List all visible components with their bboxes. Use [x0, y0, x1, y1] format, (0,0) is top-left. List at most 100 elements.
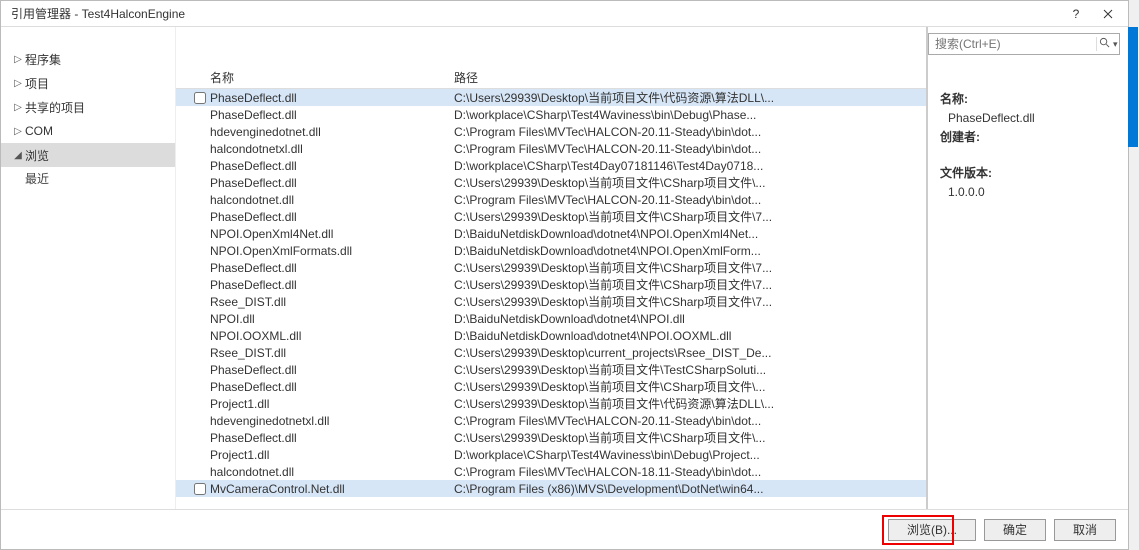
main: 名称 路径 PhaseDeflect.dllC:\Users\29939\Des…	[176, 27, 1128, 509]
table-row[interactable]: NPOI.dllD:\BaiduNetdiskDownload\dotnet4\…	[176, 310, 926, 327]
row-path: D:\workplace\CSharp\Test4Day07181146\Tes…	[454, 159, 926, 173]
table-row[interactable]: Project1.dllD:\workplace\CSharp\Test4Wav…	[176, 446, 926, 463]
row-path: C:\Users\29939\Desktop\当前项目文件\CSharp项目文件…	[454, 174, 926, 191]
row-path: C:\Program Files\MVTec\HALCON-18.11-Stea…	[454, 465, 926, 479]
reference-manager-window: 引用管理器 - Test4HalconEngine ? ▾ ▷程序集▷项目▷共享…	[0, 0, 1129, 550]
row-path: C:\Users\29939\Desktop\当前项目文件\CSharp项目文件…	[454, 276, 926, 293]
table-row[interactable]: NPOI.OpenXmlFormats.dllD:\BaiduNetdiskDo…	[176, 242, 926, 259]
row-checkbox-wrap	[190, 92, 210, 104]
table-row[interactable]: hdevenginedotnetxl.dllC:\Program Files\M…	[176, 412, 926, 429]
row-name: MvCameraControl.Net.dll	[210, 482, 454, 496]
row-name: halcondotnet.dll	[210, 465, 454, 479]
outer-scrollbar[interactable]	[1128, 27, 1138, 147]
row-name: NPOI.OpenXml4Net.dll	[210, 227, 454, 241]
details-pane: 名称: PhaseDeflect.dll 创建者: 文件版本: 1.0.0.0	[928, 27, 1128, 509]
browse-button[interactable]: 浏览(B)...	[888, 519, 976, 541]
sidebar-item-3[interactable]: ▷COM	[1, 119, 175, 143]
chevron-right-icon: ▷	[11, 78, 25, 89]
detail-creator-value	[940, 148, 1116, 162]
footer: 浏览(B)... 确定 取消	[1, 509, 1128, 549]
table-row[interactable]: PhaseDeflect.dllC:\Users\29939\Desktop\当…	[176, 89, 926, 106]
row-path: D:\BaiduNetdiskDownload\dotnet4\NPOI.Ope…	[454, 244, 926, 258]
sidebar-item-2[interactable]: ▷共享的项目	[1, 95, 175, 119]
row-path: C:\Program Files\MVTec\HALCON-20.11-Stea…	[454, 414, 926, 428]
table-row[interactable]: halcondotnet.dllC:\Program Files\MVTec\H…	[176, 463, 926, 480]
search-input[interactable]	[929, 37, 1096, 51]
table-row[interactable]: PhaseDeflect.dllC:\Users\29939\Desktop\当…	[176, 378, 926, 395]
table-row[interactable]: Rsee_DIST.dllC:\Users\29939\Desktop\curr…	[176, 344, 926, 361]
row-checkbox[interactable]	[194, 92, 206, 104]
table-row[interactable]: PhaseDeflect.dllC:\Users\29939\Desktop\当…	[176, 174, 926, 191]
sidebar-item-label: 共享的项目	[25, 99, 85, 116]
row-path: D:\BaiduNetdiskDownload\dotnet4\NPOI.OOX…	[454, 329, 926, 343]
row-name: Rsee_DIST.dll	[210, 346, 454, 360]
table-row[interactable]: Project1.dllC:\Users\29939\Desktop\当前项目文…	[176, 395, 926, 412]
row-name: PhaseDeflect.dll	[210, 431, 454, 445]
table-row[interactable]: MvCameraControl.Net.dllC:\Program Files …	[176, 480, 926, 497]
search-wrap: ▾	[928, 33, 1120, 55]
table-row[interactable]: halcondotnetxl.dllC:\Program Files\MVTec…	[176, 140, 926, 157]
column-path[interactable]: 路径	[454, 69, 926, 86]
table-row[interactable]: halcondotnet.dllC:\Program Files\MVTec\H…	[176, 191, 926, 208]
sidebar-item-label: 程序集	[25, 51, 61, 68]
ok-button[interactable]: 确定	[984, 519, 1046, 541]
row-name: PhaseDeflect.dll	[210, 363, 454, 377]
row-checkbox[interactable]	[194, 483, 206, 495]
row-name: halcondotnet.dll	[210, 193, 454, 207]
close-icon	[1103, 9, 1113, 19]
table-row[interactable]: PhaseDeflect.dllC:\Users\29939\Desktop\当…	[176, 361, 926, 378]
sidebar-item-0[interactable]: ▷程序集	[1, 47, 175, 71]
table-row[interactable]: NPOI.OOXML.dllD:\BaiduNetdiskDownload\do…	[176, 327, 926, 344]
row-name: Rsee_DIST.dll	[210, 295, 454, 309]
search-dropdown-icon[interactable]: ▾	[1111, 39, 1119, 50]
sidebar-item-label: 项目	[25, 75, 49, 92]
detail-name-label: 名称:	[940, 91, 1116, 107]
detail-version-label: 文件版本:	[940, 165, 1116, 181]
row-name: PhaseDeflect.dll	[210, 278, 454, 292]
row-path: C:\Users\29939\Desktop\当前项目文件\CSharp项目文件…	[454, 429, 926, 446]
sidebar-item-label: COM	[25, 124, 53, 138]
table-row[interactable]: PhaseDeflect.dllC:\Users\29939\Desktop\当…	[176, 429, 926, 446]
table-row[interactable]: PhaseDeflect.dllC:\Users\29939\Desktop\当…	[176, 276, 926, 293]
row-path: D:\BaiduNetdiskDownload\dotnet4\NPOI.Ope…	[454, 227, 926, 241]
row-name: PhaseDeflect.dll	[210, 159, 454, 173]
table-row[interactable]: PhaseDeflect.dllC:\Users\29939\Desktop\当…	[176, 208, 926, 225]
help-button[interactable]: ?	[1060, 3, 1092, 25]
table-row[interactable]: PhaseDeflect.dllD:\workplace\CSharp\Test…	[176, 157, 926, 174]
list-body[interactable]: PhaseDeflect.dllC:\Users\29939\Desktop\当…	[176, 89, 926, 509]
list-pane: 名称 路径 PhaseDeflect.dllC:\Users\29939\Des…	[176, 27, 928, 509]
chevron-right-icon: ▷	[11, 126, 25, 137]
search-icon[interactable]	[1096, 37, 1111, 51]
sidebar-item-4[interactable]: ◢浏览	[1, 143, 175, 167]
row-path: C:\Users\29939\Desktop\当前项目文件\CSharp项目文件…	[454, 259, 926, 276]
row-name: Project1.dll	[210, 397, 454, 411]
search-box[interactable]: ▾	[928, 33, 1120, 55]
row-name: PhaseDeflect.dll	[210, 91, 454, 105]
row-path: C:\Program Files\MVTec\HALCON-20.11-Stea…	[454, 125, 926, 139]
row-path: C:\Users\29939\Desktop\当前项目文件\CSharp项目文件…	[454, 378, 926, 395]
table-row[interactable]: PhaseDeflect.dllD:\workplace\CSharp\Test…	[176, 106, 926, 123]
sidebar-item-1[interactable]: ▷项目	[1, 71, 175, 95]
row-path: C:\Users\29939\Desktop\当前项目文件\CSharp项目文件…	[454, 293, 926, 310]
row-name: NPOI.OOXML.dll	[210, 329, 454, 343]
close-button[interactable]	[1092, 3, 1124, 25]
sidebar-sub-recent[interactable]: 最近	[1, 167, 175, 189]
detail-version-value: 1.0.0.0	[940, 184, 1116, 200]
column-name[interactable]: 名称	[210, 69, 454, 86]
row-path: D:\workplace\CSharp\Test4Waviness\bin\De…	[454, 108, 926, 122]
table-row[interactable]: NPOI.OpenXml4Net.dllD:\BaiduNetdiskDownl…	[176, 225, 926, 242]
row-path: C:\Program Files\MVTec\HALCON-20.11-Stea…	[454, 142, 926, 156]
table-row[interactable]: PhaseDeflect.dllC:\Users\29939\Desktop\当…	[176, 259, 926, 276]
row-path: C:\Users\29939\Desktop\当前项目文件\TestCSharp…	[454, 361, 926, 378]
cancel-button[interactable]: 取消	[1054, 519, 1116, 541]
row-path: C:\Users\29939\Desktop\当前项目文件\CSharp项目文件…	[454, 208, 926, 225]
row-path: C:\Users\29939\Desktop\当前项目文件\代码资源\算法DLL…	[454, 89, 926, 106]
detail-creator-label: 创建者:	[940, 129, 1116, 145]
table-row[interactable]: hdevenginedotnet.dllC:\Program Files\MVT…	[176, 123, 926, 140]
table-row[interactable]: Rsee_DIST.dllC:\Users\29939\Desktop\当前项目…	[176, 293, 926, 310]
row-name: PhaseDeflect.dll	[210, 176, 454, 190]
row-path: C:\Program Files\MVTec\HALCON-20.11-Stea…	[454, 193, 926, 207]
row-name: NPOI.dll	[210, 312, 454, 326]
row-name: hdevenginedotnetxl.dll	[210, 414, 454, 428]
row-name: NPOI.OpenXmlFormats.dll	[210, 244, 454, 258]
